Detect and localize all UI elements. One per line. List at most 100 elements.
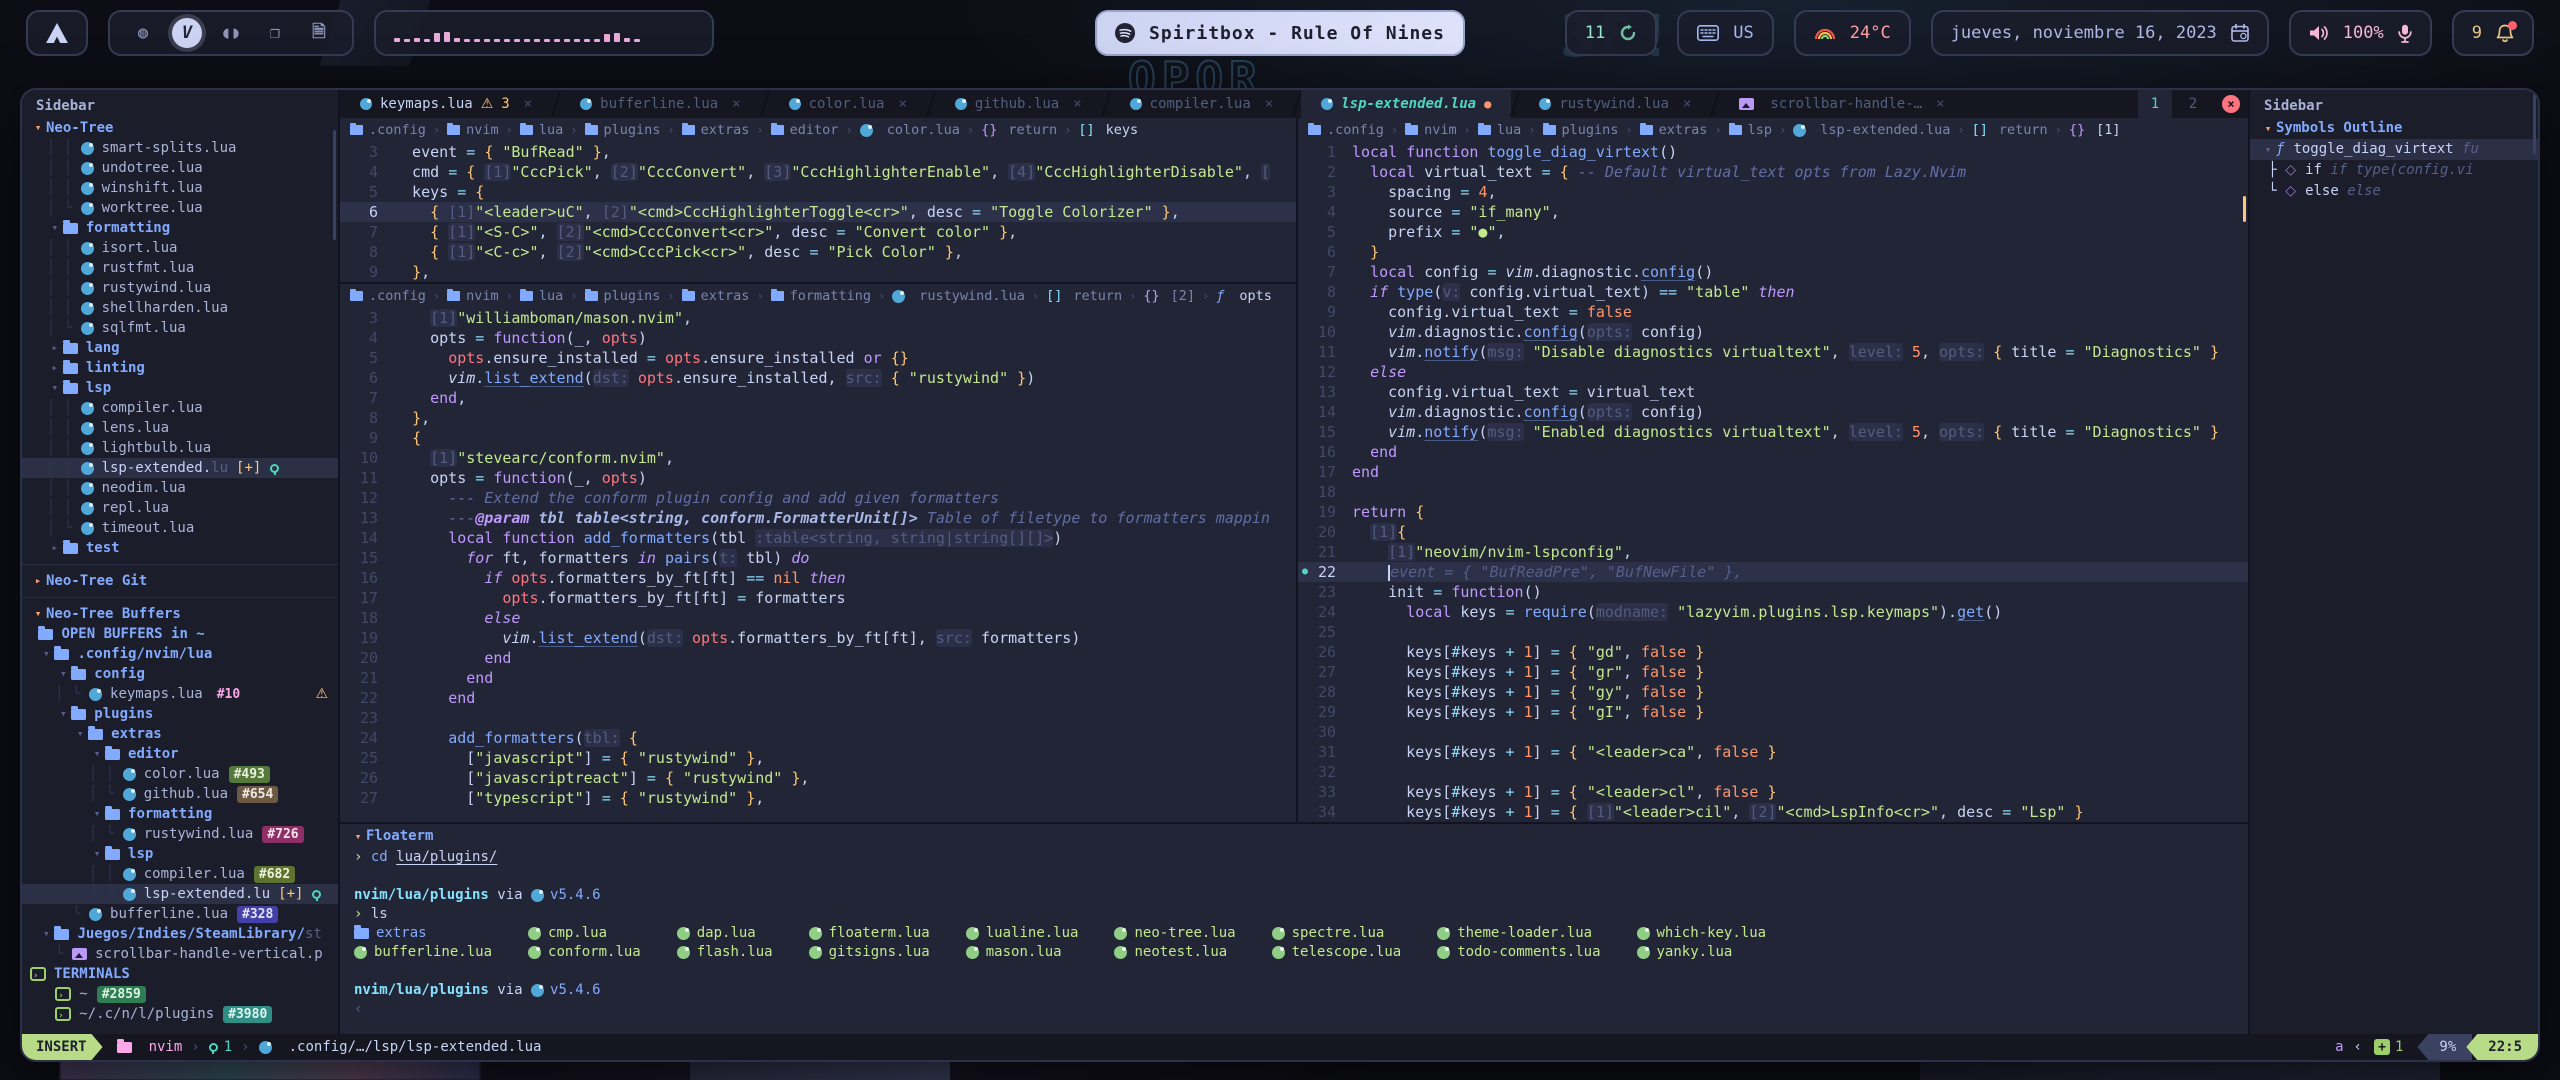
tab-close-icon[interactable]: × (1265, 96, 1273, 112)
audio-widget[interactable]: 100% (2289, 10, 2432, 56)
ls-entry[interactable]: telescope.lua (1272, 943, 1402, 962)
breadcrumb-segment[interactable]: extras (682, 122, 750, 138)
breadcrumb-segment[interactable]: ƒopts (1216, 288, 1272, 304)
code-area[interactable]: 3 [1]"williamboman/mason.nvim",4 opts = … (340, 308, 1296, 808)
breadcrumb-segment[interactable]: nvim (447, 288, 499, 304)
code-line[interactable]: 9 { (340, 428, 1296, 448)
ls-entry[interactable]: spectre.lua (1272, 924, 1402, 943)
breadcrumb-segment[interactable]: {}return (981, 122, 1057, 138)
clock-widget[interactable]: jueves, noviembre 16, 2023 (1931, 10, 2269, 56)
breadcrumb-segment[interactable]: plugins (1543, 122, 1619, 138)
tree-row[interactable]: ▾plugins (22, 704, 338, 724)
code-line[interactable]: 12 else (1298, 362, 2248, 382)
editor-pane-rustywind-lua[interactable]: .config›nvim›lua›plugins›extras›formatti… (340, 284, 1296, 822)
tree-row[interactable]: │ │ rustfmt.lua (22, 258, 338, 278)
breadcrumb-segment[interactable]: lsp (1729, 122, 1772, 138)
code-line[interactable]: 30 (1298, 722, 2248, 742)
editor-pane-lsp-extended-lua[interactable]: .config›nvim›lua›plugins›extras›lsp›lsp-… (1298, 118, 2248, 822)
launcher-button[interactable] (26, 10, 88, 56)
tree-row[interactable]: │ │ winshift.lua (22, 178, 338, 198)
code-line[interactable]: 3 [1]"williamboman/mason.nvim", (340, 308, 1296, 328)
ls-entry[interactable]: extras (354, 924, 492, 943)
code-line[interactable]: 19return { (1298, 502, 2248, 522)
code-line[interactable]: 17end (1298, 462, 2248, 482)
ls-entry[interactable]: bufferline.lua (354, 943, 492, 962)
tree-row[interactable]: OPEN BUFFERS in ~ (22, 624, 338, 644)
tree-row[interactable]: │ │ neodim.lua (22, 478, 338, 498)
code-line[interactable]: 4 opts = function(_, opts) (340, 328, 1296, 348)
workspace-vim-icon[interactable]: V (172, 18, 202, 48)
chevron-down-icon[interactable]: ▾ (350, 830, 366, 843)
tree-row[interactable]: │ │ compiler.lua#682 (22, 864, 338, 884)
ls-entry[interactable]: gitsigns.lua (809, 943, 930, 962)
breadcrumb-segment[interactable]: lua (1478, 122, 1521, 138)
code-line[interactable]: 17 opts.formatters_by_ft[ft] = formatter… (340, 588, 1296, 608)
code-line[interactable]: 5 opts.ensure_installed = opts.ensure_in… (340, 348, 1296, 368)
code-line[interactable]: 6 { [1]"<leader>uC", [2]"<cmd>CccHighlig… (340, 202, 1296, 222)
code-line[interactable]: 12 --- Extend the conform plugin config … (340, 488, 1296, 508)
tree-row[interactable]: │ └ github.lua#654 (22, 784, 338, 804)
code-line[interactable]: 33 keys[#keys + 1] = { "<leader>cl", fal… (1298, 782, 2248, 802)
tree-row[interactable]: │ │ lightbulb.lua (22, 438, 338, 458)
code-line[interactable]: 11 opts = function(_, opts) (340, 468, 1296, 488)
breadcrumb-segment[interactable]: extras (682, 288, 750, 304)
tree-row[interactable]: │ │ smart-splits.lua (22, 138, 338, 158)
code-line[interactable]: 24 local keys = require(modname: "lazyvi… (1298, 602, 2248, 622)
sidebar-section-terminals[interactable]: TERMINALS (22, 964, 338, 984)
tree-row[interactable]: │ │ shellharden.lua (22, 298, 338, 318)
code-line[interactable]: 23 (340, 708, 1296, 728)
breadcrumb-segment[interactable]: []return (1972, 122, 2048, 138)
symbols-scrollbar[interactable] (2533, 94, 2536, 154)
code-line[interactable]: 10 [1]"stevearc/conform.nvim", (340, 448, 1296, 468)
tree-row[interactable]: └ bufferline.lua#328 (22, 904, 338, 924)
code-line[interactable]: 8 if type(v: config.virtual_text) == "ta… (1298, 282, 2248, 302)
code-line[interactable]: 6 vim.list_extend(dst: opts.ensure_insta… (340, 368, 1296, 388)
code-line[interactable]: 19 vim.list_extend(dst: opts.formatters_… (340, 628, 1296, 648)
breadcrumb-segment[interactable]: nvim (1405, 122, 1457, 138)
updates-widget[interactable]: 11 (1565, 10, 1657, 56)
tab-close-icon[interactable]: × (1683, 96, 1691, 112)
ls-entry[interactable]: dap.lua (677, 924, 773, 943)
code-line[interactable]: 5 keys = { (340, 182, 1296, 202)
code-line[interactable]: 27 ["typescript"] = { "rustywind" }, (340, 788, 1296, 808)
ls-entry[interactable]: which-key.lua (1637, 924, 1767, 943)
code-line[interactable]: 3 event = { "BufRead" }, (340, 142, 1296, 162)
ls-entry[interactable]: cmp.lua (528, 924, 641, 943)
code-line[interactable]: 4 source = "if_many", (1298, 202, 2248, 222)
symbol-row[interactable]: ├ ◇if if type(config.vi (2250, 160, 2538, 181)
tab-github-lua[interactable]: github.lua× (935, 90, 1102, 118)
code-line[interactable]: 16 end (1298, 442, 2248, 462)
tree-row[interactable]: │ │ lens.lua (22, 418, 338, 438)
tree-row[interactable]: ▸linting (22, 358, 338, 378)
tree-row[interactable]: │ │ compiler.lua (22, 398, 338, 418)
tree-row[interactable]: │ └ worktree.lua (22, 198, 338, 218)
editor-pane-color-lua[interactable]: .config›nvim›lua›plugins›extras›editor›c… (340, 118, 1296, 282)
ls-entry[interactable]: mason.lua (966, 943, 1079, 962)
code-line[interactable]: 18 else (340, 608, 1296, 628)
tabpage-2[interactable]: 2 (2176, 90, 2210, 118)
breadcrumb-segment[interactable]: .config (1308, 122, 1384, 138)
tabpage-1[interactable]: 1 (2138, 90, 2172, 118)
tree-row[interactable]: │ └ keymaps.lua#10⚠ (22, 684, 338, 704)
breadcrumb-segment[interactable]: formatting (771, 288, 871, 304)
code-line[interactable]: 1local function toggle_diag_virtext() (1298, 142, 2248, 162)
code-line[interactable]: 21 [1]"neovim/nvim-lspconfig", (1298, 542, 2248, 562)
code-line[interactable]: 26 keys[#keys + 1] = { "gd", false } (1298, 642, 2248, 662)
code-line[interactable]: 27 keys[#keys + 1] = { "gr", false } (1298, 662, 2248, 682)
code-line[interactable]: 7 end, (340, 388, 1296, 408)
breadcrumb-segment[interactable]: plugins (585, 122, 661, 138)
breadcrumb-segment[interactable]: color.lua (860, 122, 960, 138)
tree-row[interactable]: └ scrollbar-handle-vertical.p (22, 944, 338, 964)
code-line[interactable]: ●22 event = { "BufReadPre", "BufNewFile"… (1298, 562, 2248, 582)
tree-row[interactable]: │ │ isort.lua (22, 238, 338, 258)
weather-widget[interactable]: 24°C (1794, 10, 1911, 56)
ls-entry[interactable]: yanky.lua (1637, 943, 1767, 962)
code-line[interactable]: 25 ["javascript"] = { "rustywind" }, (340, 748, 1296, 768)
code-line[interactable]: 25 (1298, 622, 2248, 642)
code-line[interactable]: 20 end (340, 648, 1296, 668)
tab-bufferline-lua[interactable]: bufferline.lua× (560, 90, 760, 118)
workspace-notes-icon[interactable]: 🗎 (304, 18, 334, 48)
ls-entry[interactable]: conform.lua (528, 943, 641, 962)
ls-entry[interactable]: neo-tree.lua (1114, 924, 1235, 943)
code-line[interactable]: 18 (1298, 482, 2248, 502)
